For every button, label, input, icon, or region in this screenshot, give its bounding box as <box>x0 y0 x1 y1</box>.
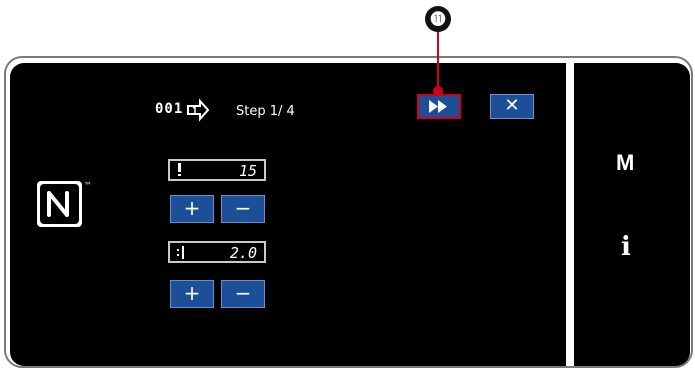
step-indicator: Step 1/ 4 <box>236 104 295 119</box>
nfc-icon <box>37 181 82 227</box>
stitch-count-value: 15 <box>238 162 257 180</box>
pattern-shape-icon <box>187 98 210 122</box>
fast-forward-icon <box>429 100 447 113</box>
stitch-count-minus-button[interactable]: − <box>221 195 265 223</box>
stitch-length-icon <box>177 246 184 259</box>
close-button[interactable]: ✕ <box>490 94 534 119</box>
pattern-number: 001 <box>155 101 184 117</box>
stitch-count-icon <box>178 163 181 176</box>
stitch-length-value: 2.0 <box>229 244 257 262</box>
callout-line <box>437 32 439 90</box>
stitch-count-plus-button[interactable]: + <box>170 195 214 223</box>
stitch-length-minus-button[interactable]: − <box>221 280 265 308</box>
side-screen <box>574 63 690 366</box>
callout-number: ⓫ <box>425 6 451 32</box>
info-button[interactable]: i <box>621 232 631 262</box>
fast-forward-button[interactable] <box>417 94 461 119</box>
nfc-trademark-icon: ™ <box>84 181 92 190</box>
stitch-length-plus-button[interactable]: + <box>170 280 214 308</box>
mode-button[interactable]: M <box>616 150 634 176</box>
stitch-length-field[interactable]: 2.0 <box>168 241 266 263</box>
stitch-count-field[interactable]: 15 <box>168 159 266 181</box>
